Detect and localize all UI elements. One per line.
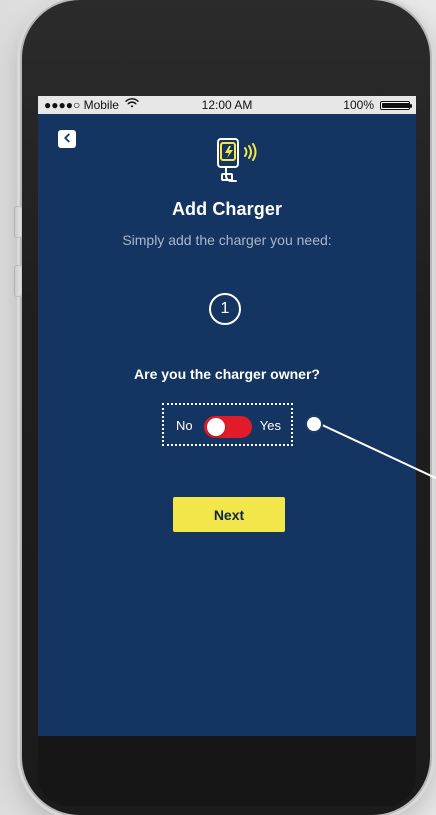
status-bar: ●●●●○ Mobile 12:00 AM 100% [38,96,416,114]
step-indicator: 1 [209,293,241,325]
battery-fill [382,102,410,108]
battery-icon [380,100,412,110]
status-right: 100% [343,96,412,114]
mockup-stage: ●●●●○ Mobile 12:00 AM 100% Add Charger S… [0,0,436,815]
chevron-left-icon [62,130,72,148]
page-title: Add Charger [171,199,283,219]
app-screen: ●●●●○ Mobile 12:00 AM 100% Add Charger S… [38,96,416,736]
step-number: 1 [220,300,230,317]
toggle-label-no: No [176,418,193,433]
owner-question: Are you the charger owner? [134,366,320,382]
page-subtitle: Simply add the charger you need: [122,232,332,248]
volume-down-button [14,265,22,297]
back-button[interactable] [58,130,76,148]
home-area [38,736,416,806]
toggle-label-yes: Yes [259,418,281,433]
owner-toggle-highlight: No Yes [162,403,293,446]
toggle-knob [207,418,225,436]
volume-up-button [14,206,22,238]
callout-dot [305,415,323,433]
wireless-charger-icon [210,136,270,196]
owner-toggle[interactable] [204,416,252,438]
next-button[interactable]: Next [173,497,285,532]
battery-percent: 100% [343,98,374,112]
